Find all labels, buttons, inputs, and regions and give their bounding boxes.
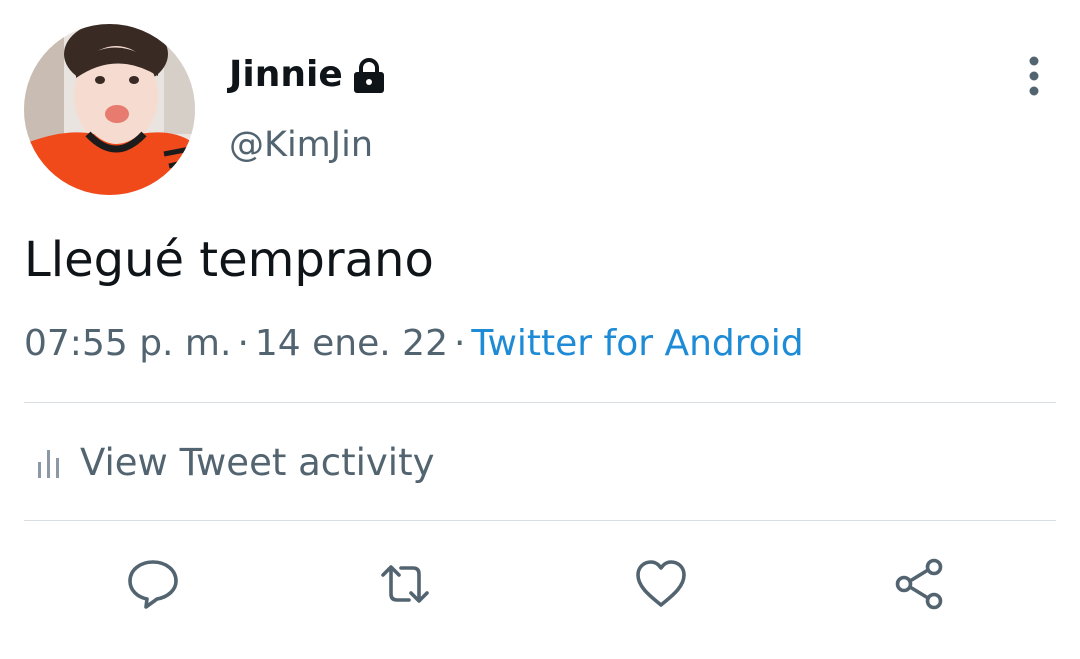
- tweet-text: Llegué temprano: [24, 232, 434, 288]
- avatar-image: [24, 24, 195, 195]
- view-tweet-activity-button[interactable]: View Tweet activity: [36, 438, 434, 488]
- divider: [24, 402, 1056, 403]
- reply-icon[interactable]: [125, 556, 181, 612]
- avatar[interactable]: [24, 24, 195, 195]
- more-vertical-icon[interactable]: [1018, 54, 1050, 98]
- view-tweet-activity-label: View Tweet activity: [80, 441, 435, 484]
- user-handle[interactable]: @KimJin: [229, 122, 373, 168]
- heart-icon[interactable]: [633, 556, 689, 612]
- tweet-detail: Jinnie @KimJin Llegué temprano 07:55 p. …: [0, 0, 1080, 659]
- tweet-time[interactable]: 07:55 p. m.: [24, 323, 231, 364]
- tweet-meta: 07:55 p. m. · 14 ene. 22 · Twitter for Andro…: [24, 320, 804, 368]
- meta-separator: ·: [237, 323, 249, 364]
- tweet-source-link[interactable]: Twitter for Android: [471, 323, 803, 364]
- lock-icon: [354, 58, 384, 93]
- display-name[interactable]: Jinnie: [229, 52, 343, 98]
- retweet-icon[interactable]: [377, 556, 433, 612]
- tweet-date[interactable]: 14 ene. 22: [255, 323, 448, 364]
- meta-separator: ·: [453, 323, 466, 364]
- share-icon[interactable]: [891, 556, 947, 612]
- bar-chart-icon: [38, 450, 59, 478]
- divider: [24, 520, 1056, 521]
